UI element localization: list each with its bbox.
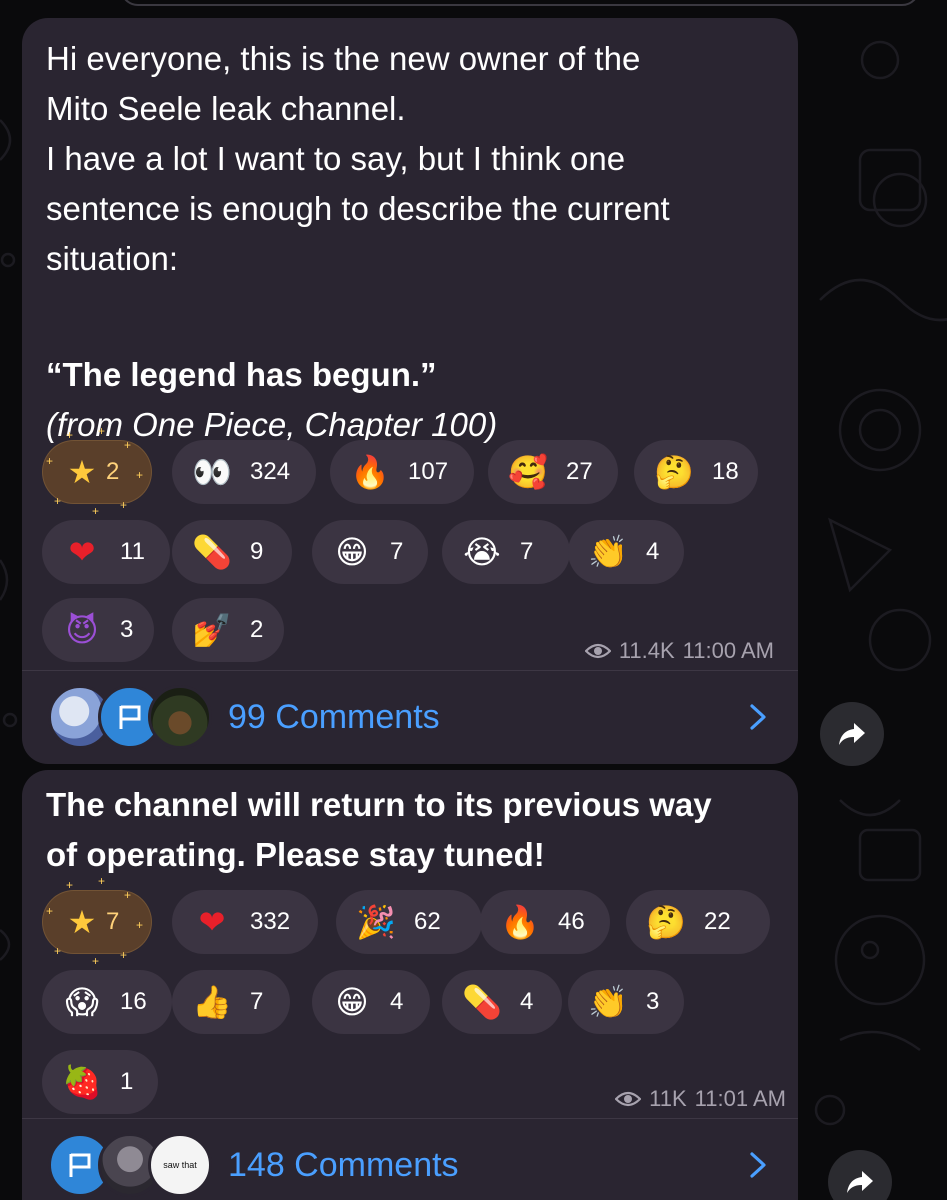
comments-button[interactable]: 99 Comments bbox=[22, 671, 798, 763]
reaction-count: 7 bbox=[520, 538, 534, 565]
clap-emoji: 👏 bbox=[588, 534, 628, 570]
channel-post-2: The channel will return to its previous … bbox=[22, 770, 798, 1200]
reaction-heart[interactable]: ❤ 11 bbox=[42, 520, 170, 584]
forward-arrow-icon bbox=[847, 1171, 873, 1193]
crying-emoji: 😭 bbox=[463, 534, 501, 570]
reaction-count: 2 bbox=[250, 616, 264, 643]
devil-emoji: 😈 bbox=[65, 612, 99, 648]
forward-arrow-icon bbox=[839, 723, 865, 745]
reaction-crying[interactable]: 😭 7 bbox=[442, 520, 570, 584]
share-button[interactable] bbox=[820, 702, 884, 766]
reaction-count: 62 bbox=[414, 908, 441, 935]
flag-icon bbox=[119, 705, 141, 729]
party-popper-emoji: 🎉 bbox=[356, 904, 396, 940]
reaction-count: 27 bbox=[566, 458, 593, 485]
commenter-avatars bbox=[48, 685, 238, 749]
reaction-count: 324 bbox=[250, 458, 291, 485]
chevron-right-icon bbox=[750, 704, 766, 730]
heart-emoji: ❤ bbox=[198, 904, 226, 940]
pill-emoji: 💊 bbox=[192, 534, 232, 570]
thinking-emoji: 🤔 bbox=[646, 904, 686, 940]
reaction-count: 7 bbox=[106, 908, 120, 935]
reaction-scream[interactable]: 😱 16 bbox=[42, 970, 172, 1034]
reaction-count: 4 bbox=[520, 988, 534, 1015]
reaction-strawberry[interactable]: 🍓 1 bbox=[42, 1050, 158, 1114]
reaction-heart[interactable]: ❤ 332 bbox=[172, 890, 318, 954]
scream-emoji: 😱 bbox=[65, 984, 99, 1020]
reaction-count: 2 bbox=[106, 458, 120, 485]
thumbs-up-emoji: 👍 bbox=[192, 984, 232, 1020]
flag-icon bbox=[69, 1153, 91, 1177]
comments-button[interactable]: saw that 148 Comments bbox=[22, 1119, 798, 1200]
nail-polish-emoji: 💅 bbox=[192, 612, 232, 648]
channel-post-1: Hi everyone, this is the new owner of th… bbox=[22, 18, 798, 764]
reaction-pill[interactable]: 💊 4 bbox=[442, 970, 562, 1034]
comments-count-label: 148 Comments bbox=[228, 1146, 459, 1184]
reaction-fire[interactable]: 🔥 107 bbox=[330, 440, 474, 504]
post-meta: 11.4K 11:00 AM bbox=[584, 638, 774, 664]
commenter-avatars: saw that bbox=[48, 1133, 238, 1197]
reaction-fire[interactable]: 🔥 46 bbox=[480, 890, 610, 954]
reaction-party-popper[interactable]: 🎉 62 bbox=[336, 890, 482, 954]
reaction-count: 18 bbox=[712, 458, 739, 485]
post-text: The channel will return to its previous … bbox=[46, 786, 712, 873]
reaction-clap[interactable]: 👏 4 bbox=[568, 520, 684, 584]
post-time: 11:00 AM bbox=[682, 638, 774, 663]
reaction-count: 1 bbox=[120, 1068, 134, 1095]
grin-emoji: 😁 bbox=[335, 534, 369, 570]
grin-emoji: 😁 bbox=[335, 984, 369, 1020]
reaction-count: 332 bbox=[250, 908, 291, 935]
reaction-eyes[interactable]: 👀 324 bbox=[172, 440, 316, 504]
reaction-count: 3 bbox=[120, 616, 134, 643]
view-count: 11K bbox=[649, 1086, 687, 1111]
heart-emoji: ❤ bbox=[68, 534, 96, 570]
post-quote: “The legend has begun.” bbox=[46, 356, 437, 393]
smiling-hearts-emoji: 🥰 bbox=[508, 454, 548, 490]
clap-emoji: 👏 bbox=[588, 984, 628, 1020]
reaction-clap[interactable]: 👏 3 bbox=[568, 970, 684, 1034]
comments-count-label: 99 Comments bbox=[228, 698, 440, 736]
thinking-emoji: 🤔 bbox=[654, 454, 694, 490]
avatar: saw that bbox=[148, 1133, 212, 1197]
reaction-smiling-hearts[interactable]: 🥰 27 bbox=[488, 440, 618, 504]
reaction-count: 4 bbox=[646, 538, 660, 565]
eye-icon bbox=[615, 1091, 642, 1107]
view-count: 11.4K bbox=[618, 638, 675, 663]
eye-icon bbox=[584, 643, 611, 659]
reaction-count: 46 bbox=[558, 908, 585, 935]
reaction-star[interactable]: + + + + + + + + ★ 7 bbox=[42, 874, 152, 968]
strawberry-emoji: 🍓 bbox=[62, 1064, 102, 1100]
star-icon: ★ bbox=[67, 904, 97, 940]
star-icon: ★ bbox=[67, 454, 97, 490]
reaction-thumbs-up[interactable]: 👍 7 bbox=[172, 970, 290, 1034]
post-text: Hi everyone, this is the new owner of th… bbox=[46, 40, 670, 277]
eyes-emoji: 👀 bbox=[192, 454, 232, 490]
fire-emoji: 🔥 bbox=[350, 454, 390, 490]
reaction-thinking[interactable]: 🤔 22 bbox=[626, 890, 770, 954]
reaction-count: 3 bbox=[646, 988, 660, 1015]
reaction-count: 9 bbox=[250, 538, 264, 565]
reaction-count: 16 bbox=[120, 988, 147, 1015]
reaction-pill[interactable]: 💊 9 bbox=[172, 520, 292, 584]
reaction-count: 107 bbox=[408, 458, 449, 485]
reaction-star[interactable]: + + + + + + + + ★ 2 bbox=[42, 424, 152, 518]
reaction-thinking[interactable]: 🤔 18 bbox=[634, 440, 758, 504]
reaction-grin[interactable]: 😁 7 bbox=[312, 520, 428, 584]
previous-message-edge bbox=[120, 0, 920, 6]
reaction-count: 7 bbox=[390, 538, 404, 565]
reaction-count: 22 bbox=[704, 908, 731, 935]
reaction-nail-polish[interactable]: 💅 2 bbox=[172, 598, 284, 662]
post-meta: 11K 11:01 AM bbox=[615, 1086, 786, 1112]
reaction-count: 7 bbox=[250, 988, 264, 1015]
reaction-count: 11 bbox=[120, 538, 145, 565]
fire-emoji: 🔥 bbox=[500, 904, 540, 940]
reaction-devil[interactable]: 😈 3 bbox=[42, 598, 154, 662]
chevron-right-icon bbox=[750, 1152, 766, 1178]
post-time: 11:01 AM bbox=[694, 1086, 786, 1111]
reaction-count: 4 bbox=[390, 988, 404, 1015]
avatar bbox=[148, 685, 212, 749]
reaction-grin[interactable]: 😁 4 bbox=[312, 970, 430, 1034]
avatar-caption: saw that bbox=[163, 1160, 197, 1170]
pill-emoji: 💊 bbox=[462, 984, 502, 1020]
